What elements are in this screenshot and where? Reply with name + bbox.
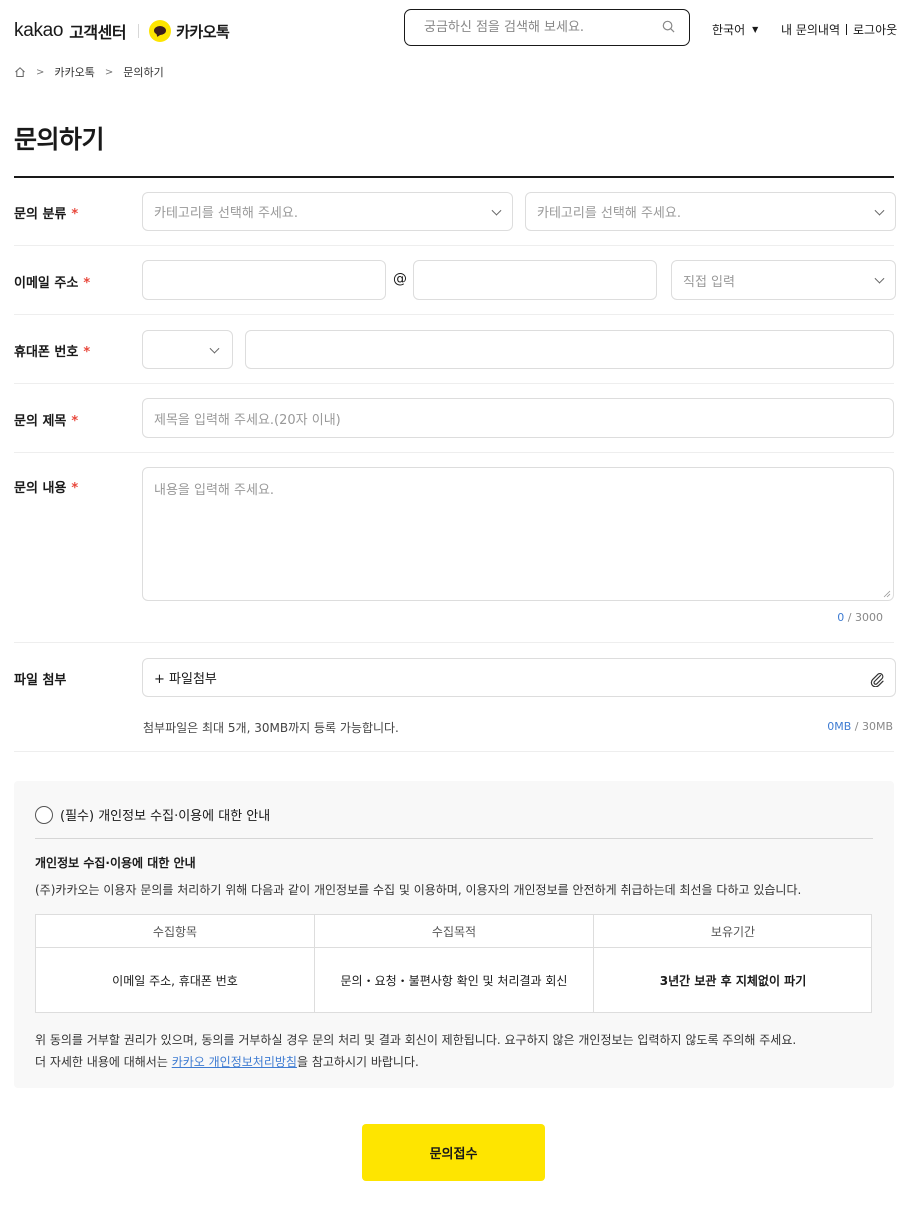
attachment-limit: / 30MB: [851, 720, 893, 733]
chevron-down-icon: [874, 205, 885, 216]
row-divider: [14, 383, 894, 384]
privacy-footer-line1: 위 동의를 거부할 권리가 있으며, 동의를 거부하실 경우 문의 처리 및 결…: [35, 1033, 797, 1047]
logo-divider: [138, 24, 140, 38]
phone-label: 휴대폰 번호 *: [14, 341, 90, 360]
attach-file-button[interactable]: + 파일첨부: [142, 658, 896, 697]
subject-input[interactable]: 제목을 입력해 주세요.(20자 이내): [142, 398, 894, 438]
logout-link[interactable]: 로그아웃: [853, 21, 897, 38]
top-links: 내 문의내역 로그아웃: [781, 21, 897, 38]
privacy-footer: 위 동의를 거부할 권리가 있으며, 동의를 거부하실 경우 문의 처리 및 결…: [35, 1029, 796, 1073]
content-label: 문의 내용 *: [14, 477, 78, 496]
attachment-size: 0MB / 30MB: [827, 720, 893, 733]
footer-suffix: 을 참고하시기 바랍니다.: [296, 1055, 419, 1069]
required-mark: *: [83, 345, 91, 360]
subject-label: 문의 제목 *: [14, 410, 78, 429]
subject-label-text: 문의 제목: [14, 414, 67, 429]
privacy-table: 수집항목 수집목적 보유기간 이메일 주소, 휴대폰 번호 문의・요청・불편사항…: [35, 914, 872, 1013]
service-name[interactable]: 카카오톡: [176, 21, 230, 42]
email-label: 이메일 주소 *: [14, 272, 90, 291]
submit-inquiry-button[interactable]: 문의접수: [362, 1124, 545, 1181]
category-select-1[interactable]: 카테고리를 선택해 주세요.: [142, 192, 513, 231]
attach-file-label: + 파일첨부: [154, 672, 217, 687]
kakaotalk-icon: [149, 20, 172, 42]
kakao-logo[interactable]: kakao: [14, 20, 64, 42]
table-cell: 문의・요청・불편사항 확인 및 처리결과 회신: [340, 973, 568, 988]
row-divider: [14, 452, 894, 453]
row-divider: [14, 314, 894, 315]
search-icon[interactable]: [662, 20, 675, 33]
country-code-select[interactable]: [142, 330, 233, 369]
email-label-text: 이메일 주소: [14, 276, 79, 291]
row-divider: [14, 245, 894, 246]
char-counter: 0 / 3000: [837, 611, 883, 624]
attachment-used: 0MB: [827, 720, 852, 733]
breadcrumb-item: 문의하기: [123, 66, 164, 79]
search-input[interactable]: [424, 10, 664, 45]
customer-center-title[interactable]: 고객센터: [69, 19, 126, 43]
table-cell-retention: 3년간 보관 후 지체없이 파기: [659, 973, 807, 988]
table-header-cell: 수집목적: [431, 925, 477, 939]
char-max: / 3000: [844, 611, 883, 624]
privacy-footer-line2: 더 자세한 내용에 대해서는 카카오 개인정보처리방침을 참고하시기 바랍니다.: [35, 1051, 796, 1073]
search-box: [404, 9, 690, 46]
breadcrumb-item[interactable]: 카카오톡: [54, 64, 94, 80]
paperclip-icon: [870, 673, 884, 687]
chevron-down-icon: [874, 273, 885, 284]
page-title: 문의하기: [14, 125, 105, 154]
caret-down-icon: ▼: [752, 25, 759, 34]
chevron-right-icon: >: [36, 66, 45, 78]
chevron-down-icon: [209, 343, 220, 354]
privacy-agree-label[interactable]: (필수) 개인정보 수집·이용에 대한 안내: [60, 805, 270, 824]
title-divider: [14, 176, 894, 178]
privacy-divider: [35, 838, 873, 839]
email-domain-field[interactable]: [413, 260, 657, 300]
phone-number-field[interactable]: [245, 330, 894, 369]
email-id-field[interactable]: [142, 260, 386, 300]
table-header-cell: 수집항목: [152, 925, 198, 939]
required-mark: *: [71, 414, 79, 429]
content-textarea[interactable]: 내용을 입력해 주세요.: [142, 467, 894, 601]
attachment-help-text: 첨부파일은 최대 5개, 30MB까지 등록 가능합니다.: [143, 721, 399, 735]
table-cell: 이메일 주소, 휴대폰 번호: [112, 973, 238, 988]
footer-prefix: 더 자세한 내용에 대해서는: [35, 1055, 172, 1069]
email-domain-select[interactable]: 직접 입력: [671, 260, 896, 300]
category-select-1-placeholder: 카테고리를 선택해 주세요.: [154, 206, 298, 221]
required-mark: *: [83, 276, 91, 291]
home-icon[interactable]: [14, 66, 26, 78]
chevron-down-icon: [491, 205, 502, 216]
category-label-text: 문의 분류: [14, 207, 67, 222]
attachment-label: 파일 첨부: [14, 673, 67, 688]
language-selector[interactable]: 한국어 ▼: [712, 21, 758, 38]
content-placeholder: 내용을 입력해 주세요.: [154, 483, 275, 498]
resize-handle-icon[interactable]: [883, 590, 891, 598]
table-header-cell: 보유기간: [710, 925, 756, 939]
row-divider: [14, 642, 894, 643]
at-sign: @: [393, 271, 407, 287]
row-divider: [14, 751, 894, 752]
email-domain-select-value: 직접 입력: [683, 274, 735, 290]
breadcrumb: > 카카오톡 > 문의하기: [14, 64, 164, 80]
category-select-2[interactable]: 카테고리를 선택해 주세요.: [525, 192, 896, 231]
category-select-2-placeholder: 카테고리를 선택해 주세요.: [537, 206, 681, 221]
link-divider: [846, 24, 848, 35]
required-mark: *: [71, 207, 79, 222]
content-label-text: 문의 내용: [14, 481, 67, 496]
language-label: 한국어: [712, 23, 746, 37]
privacy-description: (주)카카오는 이용자 문의를 처리하기 위해 다음과 같이 개인정보를 수집 …: [35, 883, 802, 897]
privacy-consent-box: (필수) 개인정보 수집·이용에 대한 안내 개인정보 수집·이용에 대한 안내…: [14, 781, 894, 1088]
my-inquiries-link[interactable]: 내 문의내역: [781, 21, 840, 38]
logo[interactable]: kakao 고객센터 카카오톡: [14, 18, 230, 44]
category-label: 문의 분류 *: [14, 203, 78, 222]
header: kakao 고객센터 카카오톡 한국어 ▼ 내 문의내역 로그아웃: [0, 0, 900, 62]
subject-placeholder: 제목을 입력해 주세요.(20자 이내): [154, 412, 341, 428]
privacy-agree-radio[interactable]: [35, 806, 53, 824]
phone-label-text: 휴대폰 번호: [14, 345, 79, 360]
privacy-policy-link[interactable]: 카카오 개인정보처리방침: [172, 1055, 297, 1069]
chevron-right-icon: >: [104, 66, 114, 78]
required-mark: *: [71, 481, 79, 496]
privacy-heading: 개인정보 수집·이용에 대한 안내: [35, 856, 196, 870]
